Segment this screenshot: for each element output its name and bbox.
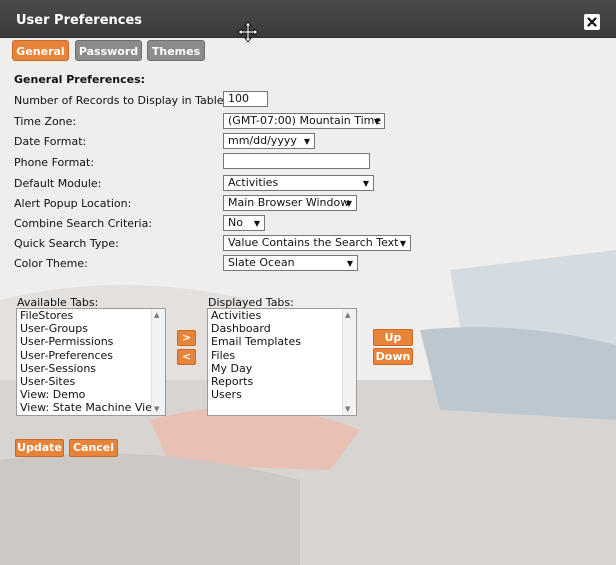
displayed-tabs-scrollbar[interactable]: ▲ ▼ <box>342 309 356 415</box>
scroll-up-icon[interactable]: ▲ <box>345 311 350 319</box>
move-right-button[interactable]: > <box>177 330 196 346</box>
phone-format-label: Phone Format: <box>14 156 95 169</box>
default-module-select[interactable]: Activities ▼ <box>223 175 374 191</box>
alert-popup-select[interactable]: Main Browser Window ▼ <box>223 195 357 211</box>
list-item[interactable]: Activities <box>208 309 356 322</box>
close-button[interactable] <box>584 14 600 30</box>
list-item[interactable]: User-Preferences <box>17 349 165 362</box>
color-theme-label: Color Theme: <box>14 257 88 270</box>
default-module-value: Activities <box>228 176 279 189</box>
date-format-value: mm/dd/yyyy <box>228 134 297 147</box>
scroll-down-icon[interactable]: ▼ <box>154 405 159 413</box>
close-icon <box>587 17 597 27</box>
list-item[interactable]: Reports <box>208 375 356 388</box>
alert-popup-label: Alert Popup Location: <box>14 197 132 210</box>
tab-general[interactable]: General <box>12 40 69 61</box>
displayed-tabs-list[interactable]: Activities Dashboard Email Templates Fil… <box>207 308 357 416</box>
tab-themes[interactable]: Themes <box>147 40 205 61</box>
move-icon[interactable] <box>237 21 259 43</box>
list-item[interactable]: Dashboard <box>208 322 356 335</box>
color-theme-value: Slate Ocean <box>228 256 295 269</box>
list-item[interactable]: User-Sessions <box>17 362 165 375</box>
list-item[interactable]: View: State Machine View <box>17 401 165 414</box>
combine-search-select[interactable]: No ▼ <box>223 215 265 231</box>
chevron-down-icon: ▼ <box>253 219 260 228</box>
timezone-label: Time Zone: <box>14 115 77 128</box>
available-tabs-scrollbar[interactable]: ▲ ▼ <box>151 309 165 415</box>
dialog-titlebar[interactable]: User Preferences <box>0 0 616 43</box>
list-item[interactable]: Users <box>208 388 356 401</box>
chevron-down-icon: ▼ <box>373 117 380 126</box>
list-item[interactable]: Email Templates <box>208 335 356 348</box>
records-label: Number of Records to Display in Table: <box>14 94 228 107</box>
list-item[interactable]: User-Sites <box>17 375 165 388</box>
scroll-up-icon[interactable]: ▲ <box>154 311 159 319</box>
combine-search-label: Combine Search Criteria: <box>14 217 153 230</box>
list-item[interactable]: User-Groups <box>17 322 165 335</box>
date-format-label: Date Format: <box>14 135 87 148</box>
default-module-label: Default Module: <box>14 177 102 190</box>
phone-format-input[interactable] <box>223 153 370 169</box>
color-theme-select[interactable]: Slate Ocean ▼ <box>223 255 358 271</box>
list-item[interactable]: View: Demo <box>17 388 165 401</box>
quick-search-select[interactable]: Value Contains the Search Text ▼ <box>223 235 411 251</box>
chevron-down-icon: ▼ <box>362 179 369 188</box>
tab-password[interactable]: Password <box>75 40 142 61</box>
timezone-select[interactable]: (GMT-07:00) Mountain Time ▼ <box>223 113 385 129</box>
section-title: General Preferences: <box>14 73 146 86</box>
quick-search-label: Quick Search Type: <box>14 237 119 250</box>
alert-popup-value: Main Browser Window <box>228 196 350 209</box>
records-value: 100 <box>228 92 249 105</box>
combine-search-value: No <box>228 216 243 229</box>
dialog-title: User Preferences <box>16 13 143 28</box>
move-left-button[interactable]: < <box>177 349 196 365</box>
records-input[interactable]: 100 <box>223 91 268 107</box>
update-button[interactable]: Update <box>15 439 64 457</box>
list-item[interactable]: FileStores <box>17 309 165 322</box>
date-format-select[interactable]: mm/dd/yyyy ▼ <box>223 133 315 149</box>
move-up-button[interactable]: Up <box>373 329 413 346</box>
quick-search-value: Value Contains the Search Text <box>228 236 399 249</box>
available-tabs-list[interactable]: FileStores User-Groups User-Permissions … <box>16 308 166 416</box>
list-item[interactable]: Files <box>208 349 356 362</box>
list-item[interactable]: My Day <box>208 362 356 375</box>
cancel-button[interactable]: Cancel <box>69 439 118 457</box>
chevron-down-icon: ▼ <box>303 137 310 146</box>
scroll-down-icon[interactable]: ▼ <box>345 405 350 413</box>
list-item[interactable]: User-Permissions <box>17 335 165 348</box>
chevron-down-icon: ▼ <box>346 259 353 268</box>
chevron-down-icon: ▼ <box>345 199 352 208</box>
timezone-value: (GMT-07:00) Mountain Time <box>228 114 382 127</box>
chevron-down-icon: ▼ <box>399 239 406 248</box>
move-down-button[interactable]: Down <box>373 348 413 365</box>
